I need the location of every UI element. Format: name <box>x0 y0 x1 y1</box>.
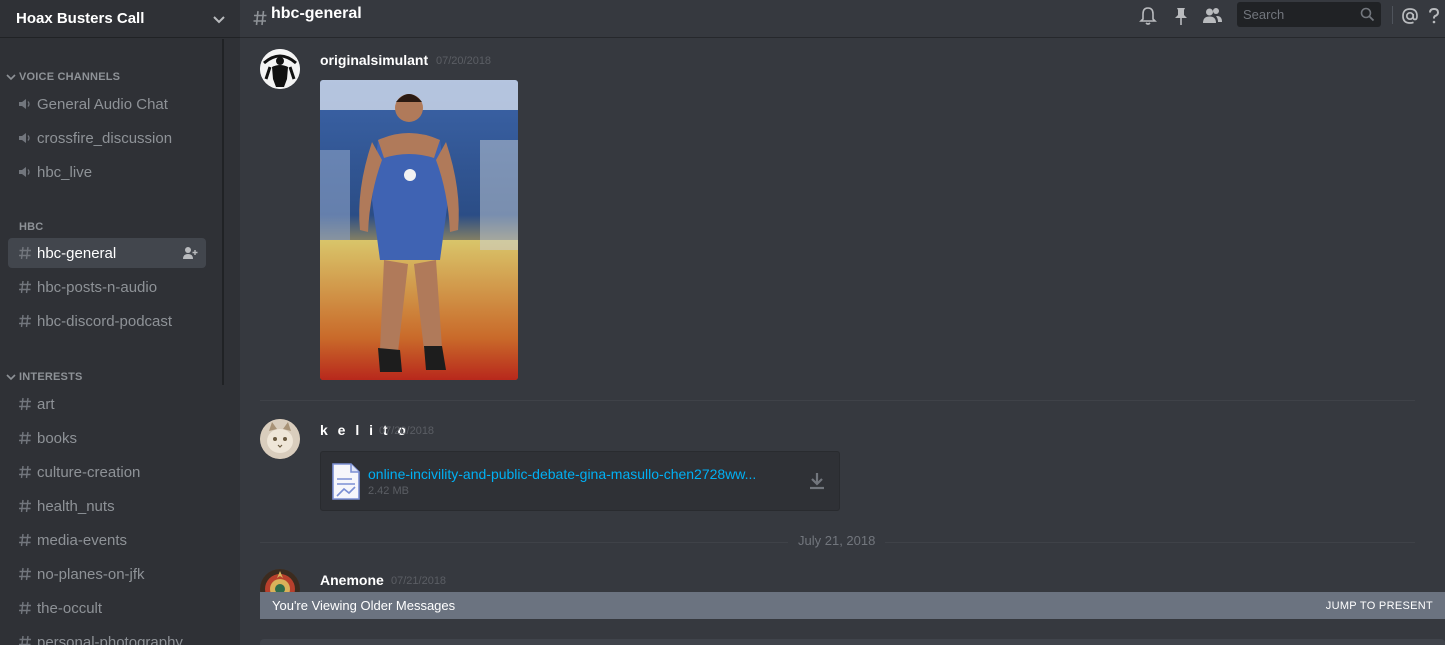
voice-channel-hbc-live[interactable]: hbc_live <box>8 157 206 187</box>
document-icon <box>332 463 360 500</box>
channel-health-nuts[interactable]: health_nuts <box>8 491 206 521</box>
category-interests[interactable]: INTERESTS <box>6 369 83 385</box>
channel-label: books <box>37 429 78 447</box>
avatar[interactable] <box>260 49 300 89</box>
channel-label: hbc-general <box>37 244 117 262</box>
hash-icon <box>19 314 31 328</box>
channel-label: crossfire_discussion <box>37 129 173 147</box>
jump-to-present-button[interactable]: JUMP TO PRESENT <box>1326 600 1433 612</box>
file-name-link[interactable]: online-incivility-and-public-debate-gina… <box>368 466 801 482</box>
channel-title: hbc-general <box>271 5 362 22</box>
channel-label: personal-photography <box>37 633 183 645</box>
message-author[interactable]: Anemone <box>320 572 384 588</box>
category-voice-channels[interactable]: VOICE CHANNELS <box>6 69 120 85</box>
older-messages-banner[interactable]: You're Viewing Older Messages JUMP TO PR… <box>260 592 1445 619</box>
channel-personal-photography[interactable]: personal-photography <box>8 627 206 645</box>
hash-icon <box>253 10 267 26</box>
message-composer[interactable] <box>260 639 1445 645</box>
search-box[interactable] <box>1237 2 1381 27</box>
search-input[interactable] <box>1237 2 1355 27</box>
mention-icon[interactable] <box>1399 5 1421 27</box>
channel-media-events[interactable]: media-events <box>8 525 206 555</box>
category-label: INTERESTS <box>19 371 83 383</box>
chevron-down-icon <box>6 74 16 81</box>
channel-culture-creation[interactable]: culture-creation <box>8 457 206 487</box>
channel-label: hbc-discord-podcast <box>37 312 173 330</box>
channel-label: no-planes-on-jfk <box>37 565 145 583</box>
header-divider <box>1392 6 1393 24</box>
channel-label: culture-creation <box>37 463 141 481</box>
channel-hbc-discord-podcast[interactable]: hbc-discord-podcast <box>8 306 206 336</box>
hash-icon <box>19 601 31 615</box>
channel-art[interactable]: art <box>8 389 206 419</box>
cat-avatar-icon <box>260 419 300 459</box>
server-header[interactable]: Hoax Busters Call <box>0 0 240 38</box>
file-attachment[interactable]: online-incivility-and-public-debate-gina… <box>320 451 840 511</box>
help-icon[interactable] <box>1423 5 1445 27</box>
older-messages-text: You're Viewing Older Messages <box>272 598 456 613</box>
wrestler-avatar-icon <box>260 49 300 89</box>
avatar[interactable] <box>260 419 300 459</box>
channel-no-planes-on-jfk[interactable]: no-planes-on-jfk <box>8 559 206 589</box>
channel-books[interactable]: books <box>8 423 206 453</box>
members-icon[interactable] <box>1201 5 1223 27</box>
speaker-icon <box>19 133 30 143</box>
chevron-down-icon <box>6 374 16 381</box>
category-hbc[interactable]: HBC <box>6 219 43 235</box>
sidebar-scroll-track <box>224 39 240 645</box>
channel-hbc-posts-n-audio[interactable]: hbc-posts-n-audio <box>8 272 206 302</box>
hash-icon <box>19 635 31 645</box>
message-author[interactable]: originalsimulant <box>320 52 428 68</box>
add-user-icon[interactable] <box>182 245 198 261</box>
channel-label: hbc-posts-n-audio <box>37 278 158 296</box>
channel-label: General Audio Chat <box>37 95 168 113</box>
bell-icon[interactable] <box>1137 5 1159 27</box>
message-timestamp: 07/21/2018 <box>391 575 447 587</box>
wrestler-photo <box>320 80 518 380</box>
message-list[interactable]: originalsimulant 07/20/2018 k e l i t o … <box>240 39 1445 645</box>
channel-label: health_nuts <box>37 497 115 515</box>
channel-label: hbc_live <box>37 163 93 181</box>
voice-channel-crossfire-discussion[interactable]: crossfire_discussion <box>8 123 206 153</box>
channel-label: media-events <box>37 531 128 549</box>
channel-list: VOICE CHANNELS General Audio Chat crossf… <box>0 39 223 645</box>
category-label: HBC <box>19 221 44 233</box>
chevron-down-icon <box>213 15 225 23</box>
search-icon <box>1360 7 1375 22</box>
hash-icon <box>19 567 31 581</box>
server-name: Hoax Busters Call <box>16 10 145 27</box>
hash-icon <box>19 280 31 294</box>
download-icon[interactable] <box>807 471 827 491</box>
voice-channel-general-audio-chat[interactable]: General Audio Chat <box>8 89 206 119</box>
channel-header: hbc-general <box>240 0 1445 38</box>
channel-hbc-general[interactable]: hbc-general <box>8 238 206 268</box>
channel-label: art <box>37 395 55 413</box>
channel-sidebar: Hoax Busters Call VOICE CHANNELS General… <box>0 0 240 645</box>
date-separator-label: July 21, 2018 <box>788 533 886 548</box>
hash-icon <box>19 431 31 445</box>
pin-icon[interactable] <box>1170 5 1192 27</box>
image-attachment[interactable] <box>320 80 518 380</box>
message-timestamp: 07/20/2018 <box>379 425 435 437</box>
channel-label: the-occult <box>37 599 103 617</box>
message-timestamp: 07/20/2018 <box>436 55 492 67</box>
hash-icon <box>19 499 31 513</box>
channel-the-occult[interactable]: the-occult <box>8 593 206 623</box>
speaker-icon <box>19 167 30 177</box>
message-divider <box>260 400 1415 401</box>
hash-icon <box>19 397 31 411</box>
speaker-icon <box>19 99 30 109</box>
hash-icon <box>19 533 31 547</box>
category-label: VOICE CHANNELS <box>19 71 121 83</box>
file-size: 2.42 MB <box>368 485 409 497</box>
hash-icon <box>19 465 31 479</box>
hash-icon <box>19 246 31 260</box>
